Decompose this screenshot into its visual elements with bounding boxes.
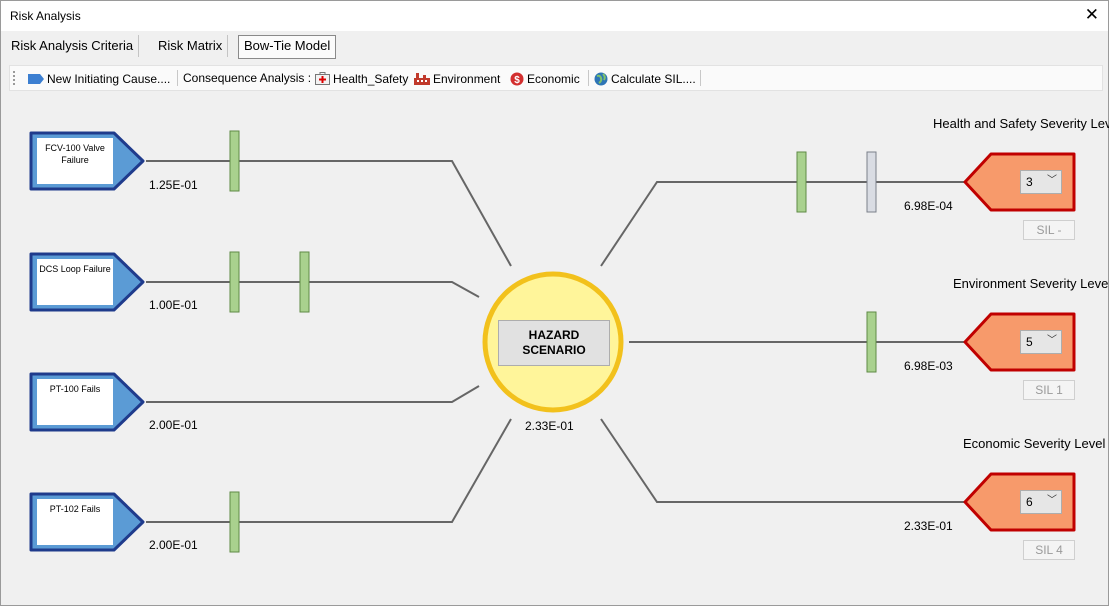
consequence-3-line [600,418,964,503]
health-safety-severity-title: Health and Safety Severity Level [933,116,1109,131]
barrier-cause-2b[interactable] [299,251,310,313]
health-safety-sil-badge: SIL - [1023,220,1075,240]
consequence-1-line [600,181,964,267]
environment-severity-title: Environment Severity Level [953,276,1109,291]
barrier-cause-1[interactable] [229,130,240,192]
environment-severity-select[interactable]: 5 ﹀ [1020,330,1062,354]
chevron-down-icon: ﹀ [1047,495,1057,506]
cause-1-line [146,160,512,267]
barrier-consequence-1a[interactable] [796,151,807,213]
chevron-down-icon: ﹀ [1047,335,1057,346]
cause-2-label: DCS Loop Failure [37,259,113,305]
chevron-down-icon: ﹀ [1047,175,1057,186]
hazard-scenario-button[interactable]: HAZARD SCENARIO [498,320,610,366]
cause-2-frequency: 1.00E-01 [149,298,198,312]
barrier-consequence-2[interactable] [866,311,877,373]
cause-3-frequency: 2.00E-01 [149,418,198,432]
environment-sil-badge: SIL 1 [1023,380,1075,400]
health-safety-severity-select[interactable]: 3 ﹀ [1020,170,1062,194]
cause-2-line [146,281,480,298]
cause-4-frequency: 2.00E-01 [149,538,198,552]
hazard-frequency: 2.33E-01 [525,419,574,433]
cause-4-line [146,418,512,523]
cause-3-label: PT-100 Fails [37,379,113,425]
barrier-cause-2a[interactable] [229,251,240,313]
cause-3-line [146,385,480,403]
economic-severity-select[interactable]: 6 ﹀ [1020,490,1062,514]
consequence-2-frequency: 6.98E-03 [904,359,953,373]
barrier-consequence-1b[interactable] [866,151,877,213]
economic-sil-badge: SIL 4 [1023,540,1075,560]
cause-1-label: FCV-100 Valve Failure [37,138,113,184]
consequence-3-frequency: 2.33E-01 [904,519,953,533]
barrier-cause-4[interactable] [229,491,240,553]
economic-severity-title: Economic Severity Level [963,436,1106,451]
consequence-1-frequency: 6.98E-04 [904,199,953,213]
cause-1-frequency: 1.25E-01 [149,178,198,192]
risk-analysis-window: Risk Analysis ✕ Risk Analysis Criteria R… [0,0,1109,606]
cause-4-label: PT-102 Fails [37,499,113,545]
